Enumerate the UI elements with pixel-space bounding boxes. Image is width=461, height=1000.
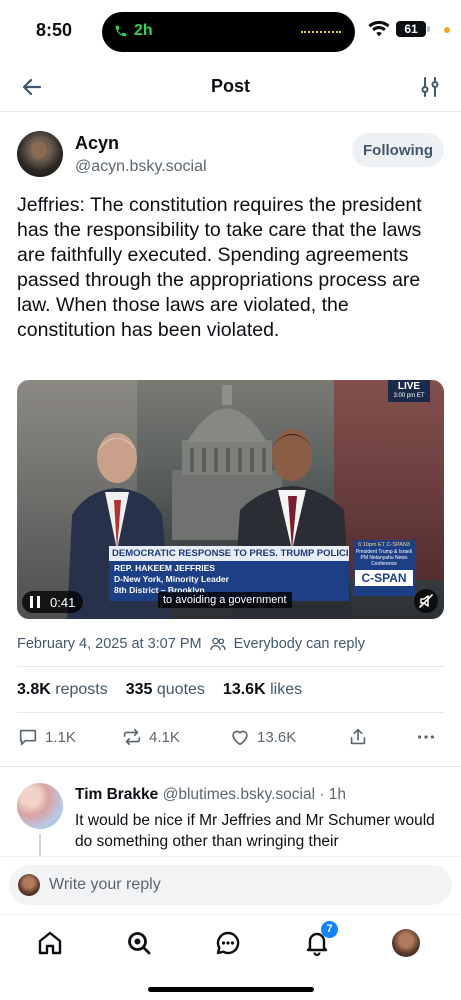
quotes-stat[interactable]: 335 quotes bbox=[126, 681, 205, 699]
reply-composer[interactable] bbox=[9, 865, 452, 905]
current-user-avatar bbox=[18, 874, 40, 896]
live-badge: LIVE 3:00 pm ET bbox=[388, 380, 430, 402]
thread-settings-icon[interactable] bbox=[419, 75, 441, 99]
author-handle[interactable]: @acyn.bsky.social bbox=[75, 158, 207, 176]
network-side-time: 6:10pm ET C-SPAN3 bbox=[358, 542, 410, 548]
call-duration: 2h bbox=[134, 22, 153, 39]
post-header: Post bbox=[0, 62, 461, 112]
call-indicator: 2h bbox=[114, 22, 153, 40]
reply-icon bbox=[19, 729, 37, 746]
divider bbox=[17, 712, 444, 713]
home-indicator[interactable] bbox=[148, 987, 314, 992]
likes-count: 13.6K bbox=[222, 681, 266, 698]
like-count: 13.6K bbox=[257, 728, 297, 746]
reply-header: Tim Brakke @blutimes.bsky.social · 1h bbox=[75, 786, 346, 804]
network-side-text: President Trump & Israeli PM Netanyahu N… bbox=[355, 549, 413, 567]
share-button[interactable] bbox=[347, 726, 369, 748]
reply-button[interactable]: 1.1K bbox=[17, 726, 76, 748]
network-logo: C-SPAN bbox=[355, 570, 413, 586]
search-icon bbox=[128, 932, 151, 955]
post-text: Jeffries: The constitution requires the … bbox=[17, 194, 422, 341]
likes-label: likes bbox=[270, 681, 303, 698]
reposts-count: 3.8K bbox=[17, 681, 51, 698]
live-time: 3:00 pm ET bbox=[393, 393, 425, 399]
nav-search[interactable] bbox=[125, 929, 153, 957]
repost-button[interactable]: 4.1K bbox=[121, 726, 180, 748]
reposts-stat[interactable]: 3.8K reposts bbox=[17, 681, 108, 699]
reply-count: 1.1K bbox=[45, 728, 76, 746]
chyron-headline: DEMOCRATIC RESPONSE TO PRES. TRUMP POLIC… bbox=[109, 546, 349, 561]
page-title: Post bbox=[210, 76, 250, 96]
nav-notifications[interactable]: 7 bbox=[303, 921, 338, 957]
post-date: February 4, 2025 at 3:07 PM bbox=[17, 636, 202, 652]
mute-button[interactable] bbox=[414, 589, 438, 613]
playback-control[interactable]: 0:41 bbox=[22, 591, 84, 613]
battery-indicator: 61 bbox=[396, 21, 430, 37]
share-icon bbox=[350, 728, 366, 745]
reply-author-avatar[interactable] bbox=[17, 783, 63, 829]
more-button[interactable] bbox=[415, 726, 437, 748]
chyron-name: REP. HAKEEM JEFFRIES bbox=[114, 563, 215, 573]
author-avatar[interactable] bbox=[17, 131, 63, 177]
pause-icon[interactable] bbox=[30, 596, 40, 608]
repost-icon bbox=[123, 728, 141, 746]
reply-composer-bar bbox=[0, 856, 461, 914]
likes-stat[interactable]: 13.6K likes bbox=[223, 681, 302, 699]
status-time: 8:50 bbox=[36, 20, 73, 40]
chyron-role: D-New York, Minority Leader bbox=[114, 574, 229, 584]
reply-author-handle[interactable]: @blutimes.bsky.social bbox=[163, 786, 315, 803]
phone-icon bbox=[115, 25, 127, 37]
divider bbox=[0, 766, 461, 767]
repost-count: 4.1K bbox=[149, 728, 180, 746]
like-button[interactable]: 13.6K bbox=[229, 726, 296, 748]
home-icon bbox=[38, 931, 62, 955]
quotes-label: quotes bbox=[156, 681, 205, 698]
notifications-badge: 7 bbox=[321, 921, 338, 938]
video-caption: to avoiding a government bbox=[158, 592, 292, 608]
people-icon bbox=[209, 637, 226, 651]
nav-chat[interactable] bbox=[214, 929, 242, 957]
thread-line bbox=[39, 834, 41, 856]
divider bbox=[17, 666, 444, 667]
chat-icon bbox=[216, 931, 240, 955]
post-stats: 3.8K reposts 335 quotes 13.6K likes bbox=[17, 681, 302, 699]
reply-input[interactable] bbox=[49, 865, 439, 905]
nav-profile-avatar[interactable] bbox=[392, 929, 420, 957]
reply-text: It would be nice if Mr Jeffries and Mr S… bbox=[75, 812, 435, 850]
audio-wave-icon bbox=[301, 31, 341, 34]
video-player[interactable]: LIVE 3:00 pm ET DEMOCRATIC RESPONSE TO P… bbox=[17, 380, 444, 619]
elapsed-time: 0:41 bbox=[50, 594, 76, 610]
muted-speaker-icon bbox=[419, 594, 433, 608]
bottom-nav: 7 bbox=[0, 914, 461, 1000]
reply-author-name[interactable]: Tim Brakke bbox=[75, 786, 158, 803]
network-box: 6:10pm ET C-SPAN3 President Trump & Isra… bbox=[353, 540, 415, 596]
privacy-dot bbox=[444, 27, 450, 33]
dynamic-island[interactable]: 2h bbox=[102, 12, 355, 52]
post-actions: 1.1K 4.1K 13.6K bbox=[17, 726, 444, 752]
heart-icon bbox=[232, 730, 248, 746]
reposts-label: reposts bbox=[55, 681, 108, 698]
reply-setting[interactable]: Everybody can reply bbox=[234, 636, 365, 652]
live-label: LIVE bbox=[397, 381, 421, 392]
post-meta: February 4, 2025 at 3:07 PM Everybody ca… bbox=[17, 636, 365, 652]
following-button[interactable]: Following bbox=[352, 133, 444, 167]
nav-home[interactable] bbox=[36, 929, 64, 957]
author-name[interactable]: Acyn bbox=[75, 133, 119, 154]
quotes-count: 335 bbox=[125, 681, 153, 698]
status-bar: 8:50 2h 61 bbox=[0, 0, 461, 62]
reply-time: · 1h bbox=[319, 786, 347, 803]
wifi-icon bbox=[368, 20, 390, 37]
more-dots-icon bbox=[417, 735, 435, 739]
